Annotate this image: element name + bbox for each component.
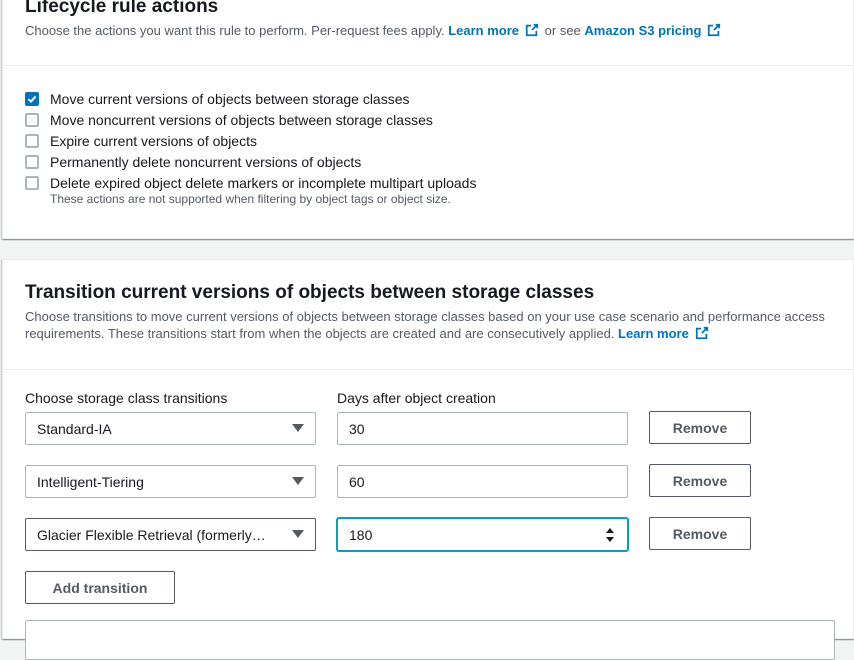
transitions-description: Choose transitions to move current versi… — [25, 308, 831, 342]
action-delete-noncurrent-checkbox[interactable]: Permanently delete noncurrent versions o… — [25, 151, 831, 172]
learn-more-link[interactable]: Learn more — [618, 326, 689, 341]
transitions-header: Transition current versions of objects b… — [3, 260, 853, 370]
lifecycle-actions-header: Lifecycle rule actions Choose the action… — [3, 0, 853, 66]
spinner-arrows-icon[interactable] — [606, 528, 614, 542]
storage-class-value: Glacier Flexible Retrieval (formerly… — [37, 526, 266, 543]
action-delete-markers-checkbox[interactable]: Delete expired object delete markers or … — [25, 172, 831, 193]
days-input[interactable]: 30 — [337, 412, 628, 445]
days-column-label: Days after object creation — [337, 390, 496, 406]
learn-more-link[interactable]: Learn more — [448, 23, 519, 38]
transitions-panel: Transition current versions of objects b… — [2, 259, 854, 660]
lifecycle-actions-panel: Lifecycle rule actions Choose the action… — [2, 0, 854, 239]
days-input[interactable]: 180 — [337, 518, 628, 551]
checkbox-unchecked[interactable] — [25, 175, 39, 190]
action-label: Move current versions of objects between… — [50, 90, 410, 107]
external-link-icon[interactable] — [707, 23, 721, 37]
storage-class-select[interactable]: Intelligent-Tiering — [25, 465, 316, 498]
s3-pricing-link[interactable]: Amazon S3 pricing — [584, 23, 701, 38]
action-move-noncurrent-checkbox[interactable]: Move noncurrent versions of objects betw… — [25, 109, 831, 130]
remove-button[interactable]: Remove — [649, 517, 751, 550]
storage-class-value: Intelligent-Tiering — [37, 473, 144, 490]
lifecycle-actions-title: Lifecycle rule actions — [25, 0, 219, 17]
checkbox-unchecked[interactable] — [25, 154, 39, 169]
days-value: 180 — [349, 526, 373, 543]
remove-button[interactable]: Remove — [649, 411, 751, 444]
days-value: 30 — [349, 420, 365, 437]
checkbox-checked[interactable] — [25, 91, 39, 106]
days-value: 60 — [349, 473, 365, 490]
action-label: Move noncurrent versions of objects betw… — [50, 111, 433, 128]
external-link-icon[interactable] — [525, 23, 539, 37]
transition-row: Glacier Flexible Retrieval (formerly… 18… — [25, 517, 831, 571]
action-label: Delete expired object delete markers or … — [50, 174, 477, 191]
caret-down-icon — [292, 424, 304, 432]
storage-class-column-label: Choose storage class transitions — [25, 390, 228, 406]
days-input[interactable]: 60 — [337, 465, 628, 498]
caret-down-icon — [292, 477, 304, 485]
add-transition-button[interactable]: Add transition — [25, 571, 175, 604]
storage-class-select[interactable]: Glacier Flexible Retrieval (formerly… — [25, 518, 316, 551]
transition-row: Intelligent-Tiering 60 Remove — [25, 464, 831, 518]
action-expire-current-checkbox[interactable]: Expire current versions of objects — [25, 130, 831, 151]
transition-row: Standard-IA 30 Remove — [25, 411, 831, 465]
storage-class-select[interactable]: Standard-IA — [25, 412, 316, 445]
lifecycle-description-text: Choose the actions you want this rule to… — [25, 23, 445, 38]
transitions-title: Transition current versions of objects b… — [25, 282, 595, 303]
action-move-current-checkbox[interactable]: Move current versions of objects between… — [25, 88, 831, 109]
remove-button[interactable]: Remove — [649, 464, 751, 497]
lifecycle-actions-description: Choose the actions you want this rule to… — [25, 22, 831, 39]
checkbox-unchecked[interactable] — [25, 112, 39, 127]
actions-note: These actions are not supported when fil… — [50, 192, 451, 206]
checkbox-unchecked[interactable] — [25, 133, 39, 148]
checkmark-icon — [27, 95, 37, 103]
action-label: Expire current versions of objects — [50, 132, 257, 149]
storage-class-value: Standard-IA — [37, 420, 112, 437]
transition-column-labels: Choose storage class transitions Days af… — [25, 390, 831, 412]
transitions-body: Choose storage class transitions Days af… — [3, 370, 853, 571]
caret-down-icon — [292, 530, 304, 538]
lifecycle-actions-list: Move current versions of objects between… — [3, 66, 853, 206]
or-see-text: or see — [544, 23, 581, 38]
external-link-icon[interactable] — [695, 326, 709, 340]
action-label: Permanently delete noncurrent versions o… — [50, 153, 362, 170]
next-field-box — [25, 620, 835, 660]
